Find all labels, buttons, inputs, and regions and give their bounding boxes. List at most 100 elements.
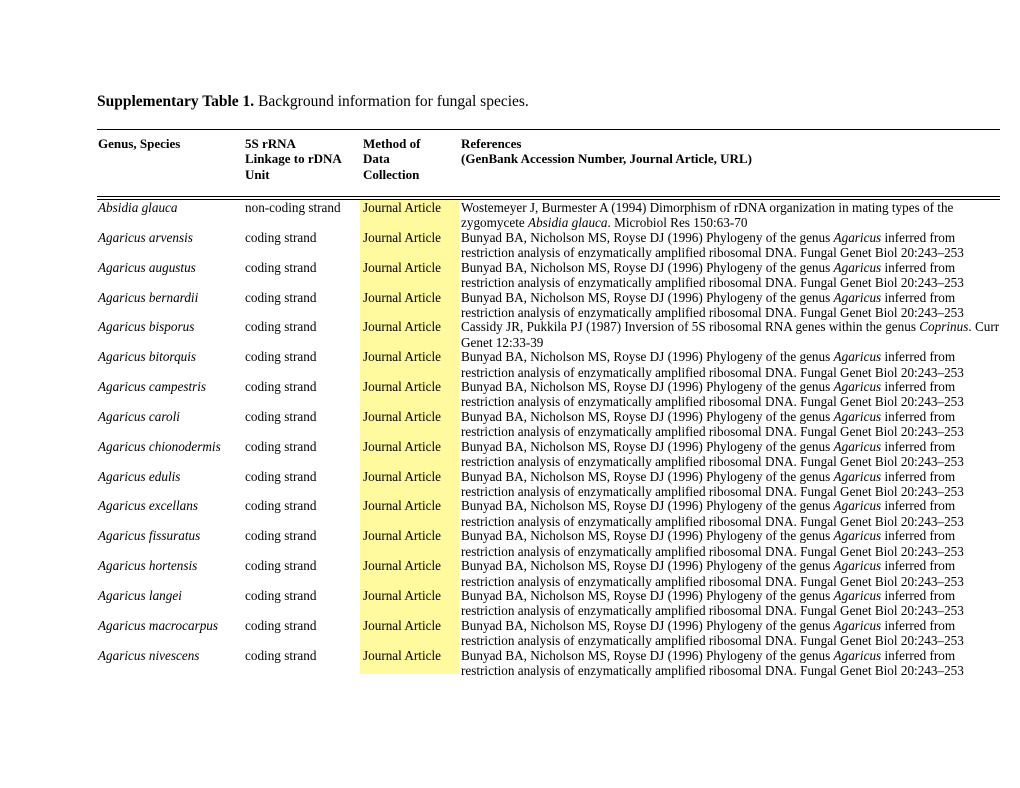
table-row: Agaricus bitorquis coding strand Journal A… (97, 349, 1000, 379)
cell-species: Agaricus campestris (98, 379, 207, 395)
cell-species: Agaricus bernardii (98, 289, 199, 305)
cell-reference: Bunyad BA, Nicholson MS, Royse DJ (1996)… (461, 588, 1001, 619)
cell-rrna-linkage: coding strand (245, 408, 317, 424)
column-header-method: Method of Data Collection (363, 136, 459, 182)
table-row: Agaricus bisporus coding strand Journal Ar… (97, 319, 1000, 349)
reference-taxon-name: Absidia glauca (528, 215, 608, 231)
table-row: Agaricus caroli coding strand Journal Arti… (97, 409, 1000, 439)
table-body: Absidia glauca non-coding strand Journal A… (97, 200, 1000, 678)
cell-rrna-linkage: coding strand (245, 319, 317, 335)
reference-taxon-name: Agaricus (833, 229, 882, 245)
table-row: Agaricus campestris coding strand Journal … (97, 379, 1000, 409)
cell-species: Agaricus augustus (98, 259, 196, 275)
cell-species: Agaricus nivescens (98, 647, 200, 663)
reference-taxon-name: Agaricus (833, 647, 882, 663)
table-row: Agaricus langei coding strand Journal Arti… (97, 588, 1000, 618)
reference-taxon-name: Agaricus (833, 617, 882, 633)
cell-reference: Bunyad BA, Nicholson MS, Royse DJ (1996)… (461, 648, 1001, 679)
cell-species: Agaricus chionodermis (98, 438, 221, 454)
cell-reference: Bunyad BA, Nicholson MS, Royse DJ (1996)… (461, 469, 1001, 500)
reference-text-pre: Bunyad BA, Nicholson MS, Royse DJ (1996)… (461, 558, 834, 574)
cell-method-of-data-collection: Journal Article (363, 558, 442, 574)
cell-rrna-linkage: coding strand (245, 229, 317, 245)
cell-rrna-linkage: coding strand (245, 498, 317, 514)
cell-reference: Bunyad BA, Nicholson MS, Royse DJ (1996)… (461, 558, 1001, 589)
reference-taxon-name: Agaricus (833, 558, 882, 574)
cell-reference: Bunyad BA, Nicholson MS, Royse DJ (1996)… (461, 618, 1001, 649)
cell-rrna-linkage: coding strand (245, 349, 317, 365)
reference-text-pre: Cassidy JR, Pukkila PJ (1987) Inversion … (461, 319, 920, 335)
reference-text-pre: Bunyad BA, Nicholson MS, Royse DJ (1996)… (461, 587, 834, 603)
cell-species: Agaricus macrocarpus (98, 617, 219, 633)
cell-reference: Bunyad BA, Nicholson MS, Royse DJ (1996)… (461, 528, 1001, 559)
column-header-strand-line2: Linkage to rDNA (245, 151, 342, 167)
reference-taxon-name: Agaricus (833, 289, 882, 305)
cell-species: Agaricus caroli (98, 408, 180, 424)
reference-taxon-name: Agaricus (833, 438, 882, 454)
table-row: Agaricus nivescens coding strand Journal A… (97, 648, 1000, 678)
cell-species: Agaricus excellans (98, 498, 198, 514)
cell-method-of-data-collection: Journal Article (363, 528, 442, 544)
cell-method-of-data-collection: Journal Article (363, 379, 442, 395)
column-header-method-line2: Data (363, 151, 390, 167)
reference-text-pre: Bunyad BA, Nicholson MS, Royse DJ (1996)… (461, 229, 834, 245)
reference-text-pre: Bunyad BA, Nicholson MS, Royse DJ (1996)… (461, 289, 834, 305)
cell-rrna-linkage: coding strand (245, 259, 317, 275)
cell-species: Agaricus edulis (98, 468, 181, 484)
reference-taxon-name: Agaricus (833, 259, 882, 275)
cell-species: Agaricus fissuratus (98, 528, 201, 544)
column-header-strand-line1: 5S rRNA (245, 136, 296, 151)
cell-method-of-data-collection: Journal Article (363, 647, 442, 663)
reference-taxon-name: Agaricus (833, 408, 882, 424)
table-row: Agaricus chionodermis coding strand Journa… (97, 439, 1000, 469)
reference-taxon-name: Agaricus (833, 528, 882, 544)
column-header-references-line2: (GenBank Accession Number, Journal Artic… (461, 151, 752, 167)
reference-text-pre: Bunyad BA, Nicholson MS, Royse DJ (1996)… (461, 349, 834, 365)
reference-text-post: . Microbiol Res 150:63-70 (607, 215, 748, 231)
table-row: Agaricus fissuratus coding strand Journal … (97, 528, 1000, 558)
cell-rrna-linkage: coding strand (245, 617, 317, 633)
column-header-method-line3: Collection (363, 166, 420, 182)
cell-reference: Bunyad BA, Nicholson MS, Royse DJ (1996)… (461, 290, 1001, 321)
cell-method-of-data-collection: Journal Article (363, 438, 442, 454)
reference-taxon-name: Agaricus (833, 498, 882, 514)
reference-text-pre: Bunyad BA, Nicholson MS, Royse DJ (1996)… (461, 647, 834, 663)
page-title: Supplementary Table 1. Background inform… (97, 93, 529, 111)
cell-method-of-data-collection: Journal Article (363, 229, 442, 245)
cell-rrna-linkage: non-coding strand (245, 200, 341, 215)
reference-text-pre: Bunyad BA, Nicholson MS, Royse DJ (1996)… (461, 498, 834, 514)
cell-method-of-data-collection: Journal Article (363, 289, 442, 305)
cell-reference: Bunyad BA, Nicholson MS, Royse DJ (1996)… (461, 349, 1001, 380)
column-header-strand: 5S rRNA Linkage to rDNA Unit (245, 136, 361, 182)
cell-rrna-linkage: coding strand (245, 468, 317, 484)
cell-rrna-linkage: coding strand (245, 647, 317, 663)
page-title-rest: Background information for fungal specie… (254, 93, 529, 110)
table-header-row: Genus, Species 5S rRNA Linkage to rDNA U… (97, 130, 1000, 196)
reference-taxon-name: Agaricus (833, 468, 882, 484)
cell-reference: Bunyad BA, Nicholson MS, Royse DJ (1996)… (461, 260, 1001, 291)
cell-species: Agaricus langei (98, 587, 182, 603)
cell-reference: Bunyad BA, Nicholson MS, Royse DJ (1996)… (461, 409, 1001, 440)
reference-text-pre: Bunyad BA, Nicholson MS, Royse DJ (1996)… (461, 468, 834, 484)
reference-text-pre: Bunyad BA, Nicholson MS, Royse DJ (1996)… (461, 438, 834, 454)
table-row: Agaricus hortensis coding strand Journal A… (97, 558, 1000, 588)
cell-rrna-linkage: coding strand (245, 558, 317, 574)
cell-reference: Bunyad BA, Nicholson MS, Royse DJ (1996)… (461, 230, 1001, 261)
cell-species: Agaricus bitorquis (98, 349, 197, 365)
reference-text-pre: Bunyad BA, Nicholson MS, Royse DJ (1996)… (461, 259, 834, 275)
cell-rrna-linkage: coding strand (245, 528, 317, 544)
table-row: Absidia glauca non-coding strand Journal A… (97, 200, 1000, 230)
table-row: Agaricus excellans coding strand Journal A… (97, 498, 1000, 528)
cell-species: Agaricus hortensis (98, 558, 198, 574)
cell-method-of-data-collection: Journal Article (363, 200, 442, 215)
cell-reference: Wostemeyer J, Burmester A (1994) Dimorph… (461, 200, 1001, 231)
cell-reference: Bunyad BA, Nicholson MS, Royse DJ (1996)… (461, 498, 1001, 529)
table-row: Agaricus edulis coding strand Journal Arti… (97, 469, 1000, 499)
cell-species: Absidia glauca (98, 200, 178, 215)
reference-taxon-name: Agaricus (833, 379, 882, 395)
cell-reference: Bunyad BA, Nicholson MS, Royse DJ (1996)… (461, 439, 1001, 470)
cell-reference: Cassidy JR, Pukkila PJ (1987) Inversion … (461, 319, 1001, 350)
cell-rrna-linkage: coding strand (245, 289, 317, 305)
table-row: Agaricus arvensis coding strand Journal Ar… (97, 230, 1000, 260)
cell-method-of-data-collection: Journal Article (363, 319, 442, 335)
